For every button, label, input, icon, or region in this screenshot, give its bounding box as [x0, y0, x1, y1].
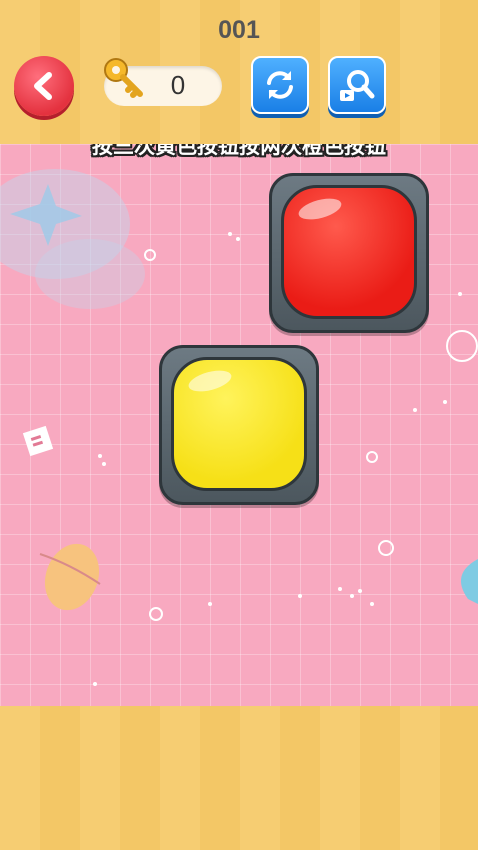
bottom-bar	[0, 706, 478, 850]
back-button[interactable]	[14, 56, 74, 116]
refresh-icon	[267, 71, 293, 99]
instruction-text: 按三次黄色按钮按两次橙色按钮	[92, 144, 386, 158]
red-game-button[interactable]	[269, 173, 429, 333]
magnifier-video-icon	[340, 70, 375, 101]
restart-button[interactable]	[251, 56, 309, 114]
yellow-game-button[interactable]	[159, 345, 319, 505]
red-button-cap[interactable]	[281, 185, 417, 319]
chevron-left-icon	[34, 72, 52, 100]
yellow-button-cap[interactable]	[171, 357, 307, 491]
level-number: 001	[218, 16, 260, 44]
key-count: 0	[170, 70, 186, 100]
key-icon	[104, 58, 143, 98]
hint-button[interactable]	[328, 56, 386, 114]
